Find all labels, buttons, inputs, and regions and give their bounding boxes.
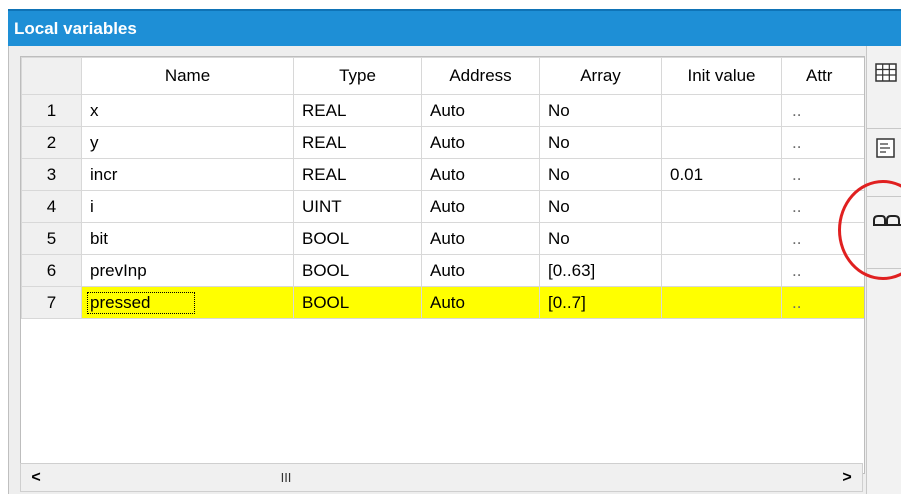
array-cell[interactable]: No — [539, 158, 662, 191]
variables-table: Name Type Address Array Init value Attr … — [21, 57, 864, 319]
column-header-address[interactable]: Address — [421, 57, 540, 95]
init-value-cell[interactable] — [661, 286, 782, 319]
column-header-type[interactable]: Type — [293, 57, 422, 95]
properties-icon[interactable] — [871, 133, 901, 163]
table-row[interactable]: 5 bit BOOL Auto No .. — [21, 222, 864, 255]
array-cell[interactable]: No — [539, 190, 662, 223]
table-row[interactable]: 1 x REAL Auto No .. — [21, 94, 864, 127]
row-number-header[interactable] — [21, 57, 82, 95]
table-row[interactable]: 3 incr REAL Auto No 0.01 .. — [21, 158, 864, 191]
type-cell[interactable]: REAL — [293, 94, 422, 127]
array-cell[interactable]: No — [539, 94, 662, 127]
init-value-cell[interactable] — [661, 190, 782, 223]
table-grid-icon[interactable] — [871, 58, 901, 88]
init-value-cell[interactable] — [661, 254, 782, 287]
scroll-left-arrow[interactable]: < — [23, 465, 49, 490]
type-cell[interactable]: BOOL — [293, 254, 422, 287]
table-row[interactable]: 6 prevInp BOOL Auto [0..63] .. — [21, 254, 864, 287]
type-cell[interactable]: BOOL — [293, 286, 422, 319]
address-cell[interactable]: Auto — [421, 158, 540, 191]
init-value-cell[interactable]: 0.01 — [661, 158, 782, 191]
row-number[interactable]: 1 — [21, 94, 82, 127]
address-cell[interactable]: Auto — [421, 190, 540, 223]
horizontal-scrollbar[interactable]: < III > — [20, 463, 863, 492]
init-value-cell[interactable] — [661, 126, 782, 159]
variables-grid[interactable]: Name Type Address Array Init value Attr … — [20, 56, 865, 474]
name-cell-focus-box[interactable]: pressed — [87, 291, 196, 314]
name-cell[interactable]: x — [81, 94, 294, 127]
type-cell[interactable]: UINT — [293, 190, 422, 223]
attr-cell[interactable]: .. — [781, 126, 864, 159]
toolbar-separator — [866, 128, 901, 129]
type-cell[interactable]: REAL — [293, 158, 422, 191]
name-cell[interactable]: y — [81, 126, 294, 159]
address-cell[interactable]: Auto — [421, 126, 540, 159]
address-cell[interactable]: Auto — [421, 254, 540, 287]
table-row[interactable]: 2 y REAL Auto No .. — [21, 126, 864, 159]
local-variables-window: Local variables Name Type Address Array … — [0, 0, 901, 494]
address-cell[interactable]: Auto — [421, 222, 540, 255]
type-cell[interactable]: BOOL — [293, 222, 422, 255]
row-number[interactable]: 4 — [21, 190, 82, 223]
scroll-right-arrow[interactable]: > — [834, 465, 860, 490]
row-number[interactable]: 6 — [21, 254, 82, 287]
init-value-cell[interactable] — [661, 94, 782, 127]
name-cell-editing[interactable]: pressed — [81, 286, 294, 319]
column-header-name[interactable]: Name — [81, 57, 294, 95]
header-row: Name Type Address Array Init value Attr — [21, 57, 864, 95]
init-value-cell[interactable] — [661, 222, 782, 255]
array-cell[interactable]: [0..7] — [539, 286, 662, 319]
array-cell[interactable]: No — [539, 222, 662, 255]
row-number[interactable]: 7 — [21, 286, 82, 319]
name-cell[interactable]: prevInp — [81, 254, 294, 287]
type-cell[interactable]: REAL — [293, 126, 422, 159]
column-header-attr[interactable]: Attr — [781, 57, 864, 95]
array-cell[interactable]: No — [539, 126, 662, 159]
array-cell[interactable]: [0..63] — [539, 254, 662, 287]
name-cell[interactable]: i — [81, 190, 294, 223]
attr-cell[interactable]: .. — [781, 158, 864, 191]
window-title: Local variables — [8, 11, 901, 46]
table-row-selected[interactable]: 7 pressed BOOL Auto [0..7] .. — [21, 286, 864, 319]
row-number[interactable]: 5 — [21, 222, 82, 255]
name-cell[interactable]: bit — [81, 222, 294, 255]
column-header-array[interactable]: Array — [539, 57, 662, 95]
name-cell[interactable]: incr — [81, 158, 294, 191]
address-cell[interactable]: Auto — [421, 286, 540, 319]
table-row[interactable]: 4 i UINT Auto No .. — [21, 190, 864, 223]
column-header-init-value[interactable]: Init value — [661, 57, 782, 95]
attr-cell[interactable]: .. — [781, 286, 864, 319]
address-cell[interactable]: Auto — [421, 94, 540, 127]
row-number[interactable]: 3 — [21, 158, 82, 191]
row-number[interactable]: 2 — [21, 126, 82, 159]
scrollbar-thumb-grip[interactable]: III — [271, 471, 301, 485]
attr-cell[interactable]: .. — [781, 94, 864, 127]
